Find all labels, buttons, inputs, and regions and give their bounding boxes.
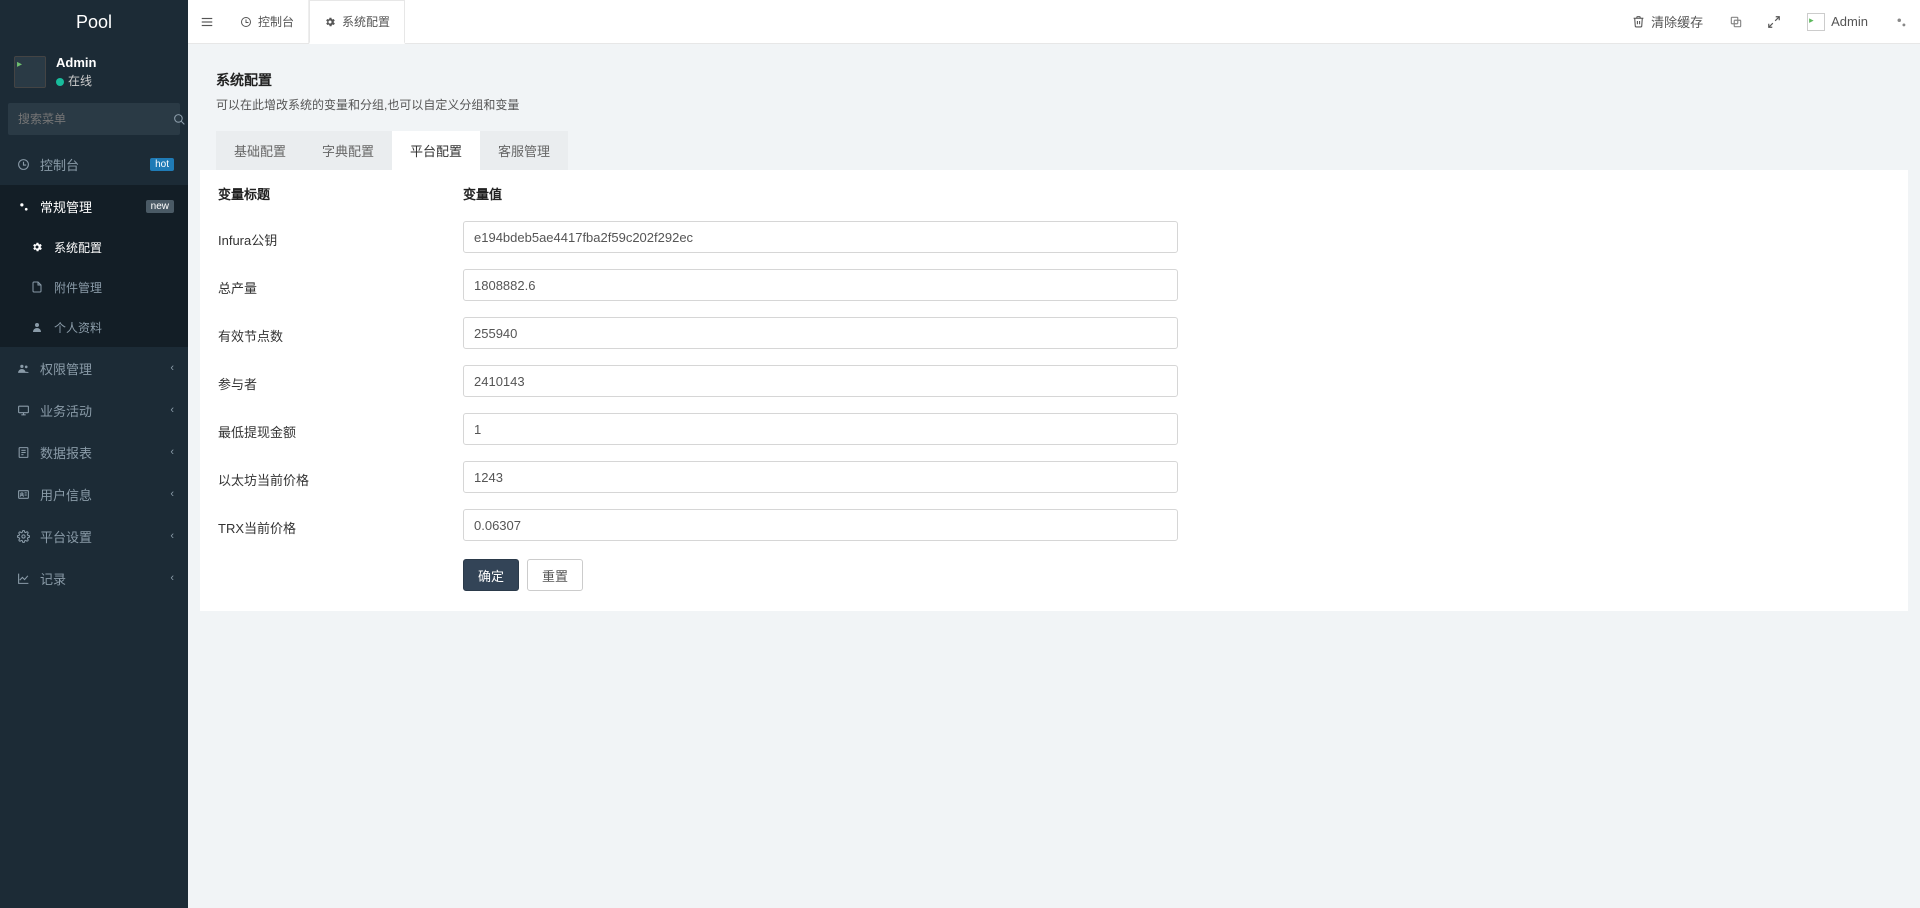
trx-price-input[interactable] (463, 509, 1178, 541)
dashboard-icon (14, 158, 32, 171)
topbar: 控制台 系统配置 清除缓存 Admin (188, 0, 1920, 44)
file-icon (28, 281, 46, 293)
chevron-left-icon: ‹ (170, 404, 174, 416)
id-card-icon (14, 488, 32, 501)
nav-item-platform[interactable]: 平台设置 ‹ (0, 515, 188, 557)
gear-icon (324, 16, 336, 28)
field-label: 以太坊当前价格 (218, 466, 463, 489)
search-input[interactable] (18, 112, 173, 126)
chevron-left-icon: ‹ (170, 446, 174, 458)
field-label: Infura公钥 (218, 226, 463, 249)
config-tabs: 基础配置 字典配置 平台配置 客服管理 (216, 131, 1908, 170)
user-name: Admin (56, 55, 96, 70)
min-withdraw-input[interactable] (463, 413, 1178, 445)
copy-button[interactable] (1717, 0, 1755, 43)
valid-nodes-input[interactable] (463, 317, 1178, 349)
cfg-tab-service[interactable]: 客服管理 (480, 131, 568, 170)
badge-hot: hot (150, 158, 174, 171)
cfg-tab-dict[interactable]: 字典配置 (304, 131, 392, 170)
cfg-tab-platform[interactable]: 平台配置 (392, 131, 480, 170)
user-menu[interactable]: Admin (1793, 0, 1882, 43)
gear-icon (28, 241, 46, 253)
nav-item-reports[interactable]: 数据报表 ‹ (0, 431, 188, 473)
dashboard-icon (240, 16, 252, 28)
badge-new: new (146, 200, 174, 213)
form-row: TRX当前价格 (218, 501, 1890, 549)
field-label: 最低提现金额 (218, 418, 463, 441)
sidebar: Pool Admin 在线 控制台 hot 常 (0, 0, 188, 908)
form-row: 参与者 (218, 357, 1890, 405)
chevron-left-icon: ‹ (170, 488, 174, 500)
nav-item-dashboard[interactable]: 控制台 hot (0, 143, 188, 185)
tab-system-config[interactable]: 系统配置 (309, 0, 405, 44)
nav-item-profile[interactable]: 个人资料 (0, 307, 188, 347)
user-block: Admin 在线 (0, 45, 188, 103)
cfg-tab-basic[interactable]: 基础配置 (216, 131, 304, 170)
eth-price-input[interactable] (463, 461, 1178, 493)
reset-button[interactable]: 重置 (527, 559, 583, 591)
nav: 控制台 hot 常规管理 new 系统配置 附件管理 个人资料 (0, 143, 188, 599)
menu-toggle[interactable] (188, 0, 226, 43)
trash-icon (1632, 15, 1645, 28)
form-row: Infura公钥 (218, 213, 1890, 261)
tab-dashboard[interactable]: 控制台 (226, 0, 309, 43)
submit-button[interactable]: 确定 (463, 559, 519, 591)
hamburger-icon (200, 15, 214, 29)
participants-input[interactable] (463, 365, 1178, 397)
form-row: 总产量 (218, 261, 1890, 309)
user-status: 在线 (56, 72, 96, 89)
infura-key-input[interactable] (463, 221, 1178, 253)
brand-title: Pool (0, 0, 188, 45)
fullscreen-button[interactable] (1755, 0, 1793, 43)
page-subtitle: 可以在此增改系统的变量和分组,也可以自定义分组和变量 (216, 96, 1892, 113)
cogs-icon (1894, 15, 1908, 29)
online-dot-icon (56, 78, 64, 86)
total-output-input[interactable] (463, 269, 1178, 301)
nav-item-logs[interactable]: 记录 ‹ (0, 557, 188, 599)
col-header-value: 变量值 (463, 184, 1890, 203)
field-label: 有效节点数 (218, 322, 463, 345)
field-label: TRX当前价格 (218, 514, 463, 537)
report-icon (14, 446, 32, 459)
chart-icon (14, 572, 32, 585)
nav-item-permissions[interactable]: 权限管理 ‹ (0, 347, 188, 389)
chevron-left-icon: ‹ (170, 362, 174, 374)
form-row: 以太坊当前价格 (218, 453, 1890, 501)
search-icon[interactable] (173, 113, 186, 126)
avatar (14, 56, 46, 88)
cogs-icon (14, 200, 32, 213)
search-box[interactable] (8, 103, 180, 135)
clear-cache-button[interactable]: 清除缓存 (1618, 0, 1717, 43)
field-label: 总产量 (218, 274, 463, 297)
nav-item-attachments[interactable]: 附件管理 (0, 267, 188, 307)
nav-item-business[interactable]: 业务活动 ‹ (0, 389, 188, 431)
expand-icon (1767, 15, 1781, 29)
col-header-label: 变量标题 (218, 184, 463, 203)
nav-item-general[interactable]: 常规管理 new (0, 185, 188, 227)
nav-item-system-config[interactable]: 系统配置 (0, 227, 188, 267)
copy-icon (1729, 15, 1743, 29)
group-icon (14, 362, 32, 375)
chevron-left-icon: ‹ (170, 530, 174, 542)
settings-button[interactable] (1882, 0, 1920, 43)
user-icon (28, 321, 46, 333)
presentation-icon (14, 404, 32, 417)
field-label: 参与者 (218, 370, 463, 393)
settings-icon (14, 530, 32, 543)
form-row: 最低提现金额 (218, 405, 1890, 453)
avatar-icon (1807, 13, 1825, 31)
form-row: 有效节点数 (218, 309, 1890, 357)
nav-item-users[interactable]: 用户信息 ‹ (0, 473, 188, 515)
chevron-left-icon: ‹ (170, 572, 174, 584)
page-title: 系统配置 (216, 70, 1892, 90)
